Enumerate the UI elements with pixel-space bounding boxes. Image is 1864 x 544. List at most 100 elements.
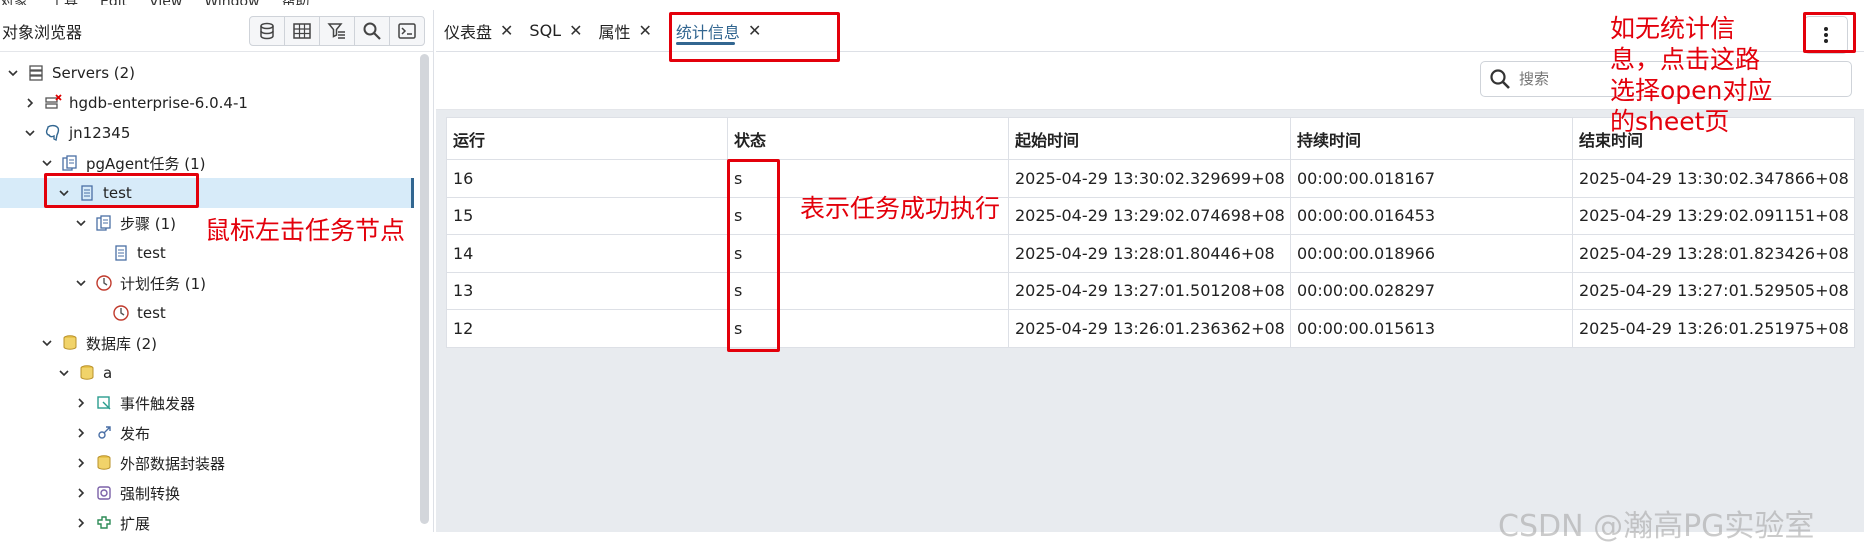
search-objects-button[interactable] (354, 15, 390, 46)
tree-node-label: pgAgent任务 (1) (86, 154, 206, 173)
menu-item[interactable]: 工具 (50, 0, 78, 5)
tree-node[interactable]: 扩展 (0, 508, 414, 538)
annotation-box-stats-tab (669, 12, 840, 62)
tree-node[interactable]: hgdb-enterprise-6.0.4-1 (0, 88, 414, 118)
table-cell: 15 (446, 196, 728, 235)
table-cell: 00:00:00.015613 (1290, 309, 1573, 348)
table-cell: 00:00:00.028297 (1290, 271, 1573, 310)
table-cell: 2025-04-29 13:29:02.074698+08 (1008, 196, 1291, 235)
postgres-elephant-icon (43, 123, 63, 143)
table-cell: 00:00:00.018167 (1290, 159, 1573, 198)
table-row[interactable]: 15 s 2025-04-29 13:29:02.074698+08 00:00:00… (446, 196, 1855, 235)
tab-0[interactable]: 仪表盘 ✕ (436, 10, 521, 51)
menu-item[interactable]: View (149, 0, 182, 5)
column-header[interactable]: 持续时间 (1290, 117, 1573, 160)
view-data-button[interactable] (284, 15, 320, 46)
close-icon[interactable]: ✕ (500, 21, 513, 40)
menu-item[interactable]: Window (204, 0, 259, 5)
table-cell: 2025-04-29 13:27:01.529505+08 (1572, 271, 1855, 310)
close-icon[interactable]: ✕ (569, 21, 582, 40)
chevron-right-icon[interactable] (72, 394, 90, 412)
column-header[interactable]: 起始时间 (1008, 117, 1291, 160)
chevron-down-icon[interactable] (72, 214, 90, 232)
filtered-rows-button[interactable] (319, 15, 355, 46)
tree-node[interactable]: 事件触发器 (0, 388, 414, 418)
chevron-down-icon[interactable] (4, 64, 22, 82)
tree-node-label: 计划任务 (1) (120, 274, 207, 293)
table-row[interactable]: 13 s 2025-04-29 13:27:01.501208+08 00:00:00… (446, 271, 1855, 310)
close-icon[interactable]: ✕ (639, 21, 652, 40)
steps-icon (94, 213, 114, 233)
table-cell: 2025-04-29 13:30:02.347866+08 (1572, 159, 1855, 198)
annotation-line: 如无统计信 (1610, 14, 1736, 43)
publication-icon (94, 423, 114, 443)
column-header[interactable]: 状态 (727, 117, 1009, 160)
tree-node-label: test (137, 244, 166, 262)
chevron-right-icon[interactable] (72, 484, 90, 502)
database-icon (77, 363, 97, 383)
table-cell: 2025-04-29 13:28:01.80446+08 (1008, 234, 1291, 273)
tab-1[interactable]: SQL ✕ (521, 10, 590, 51)
tree-node-label: 事件触发器 (120, 394, 196, 413)
tree-node-label: hgdb-enterprise-6.0.4-1 (69, 94, 248, 112)
tree-node[interactable]: 计划任务 (1) (0, 268, 414, 298)
annotation-line: 息，点击这路 (1610, 45, 1761, 74)
tab-label: 属性 (598, 22, 631, 42)
chevron-down-icon[interactable] (21, 124, 39, 142)
tab-2[interactable]: 属性 ✕ (591, 10, 660, 51)
menu-item[interactable]: Edit (100, 0, 127, 5)
search-icon (363, 22, 381, 40)
statistics-body: 16 s 2025-04-29 13:30:02.329699+08 00:00:00… (446, 159, 1855, 348)
tree-node-label: a (103, 364, 113, 382)
servers-icon (26, 63, 46, 83)
database-icon (260, 22, 274, 39)
tree-node[interactable]: a (0, 358, 414, 388)
chevron-down-icon[interactable] (38, 334, 56, 352)
table-cell: 16 (446, 159, 728, 198)
foreign-data-wrapper-icon (94, 453, 114, 473)
chevron-down-icon[interactable] (38, 154, 56, 172)
chevron-right-icon[interactable] (72, 454, 90, 472)
jobs-icon (60, 153, 80, 173)
chevron-down-icon[interactable] (72, 274, 90, 292)
schedules-icon (94, 273, 114, 293)
table-cell: 2025-04-29 13:29:02.091151+08 (1572, 196, 1855, 235)
table-cell: 2025-04-29 13:30:02.329699+08 (1008, 159, 1291, 198)
tree-node[interactable]: test (0, 298, 414, 328)
query-tool-button[interactable] (249, 15, 285, 46)
object-browser-title: 对象浏览器 (2, 22, 83, 42)
chevron-right-icon[interactable] (72, 514, 90, 532)
tree-node[interactable]: 外部数据封装器 (0, 448, 414, 478)
annotation-line: 的sheet页 (1610, 107, 1730, 136)
tree-node-label: 外部数据封装器 (120, 454, 226, 473)
tree-node[interactable]: Servers (2) (0, 58, 414, 88)
annotation-no-stats: 如无统计信 息，点击这路 选择open对应 的sheet页 (1610, 13, 1772, 137)
table-cell: 00:00:00.016453 (1290, 196, 1573, 235)
chevron-right-icon[interactable] (72, 424, 90, 442)
tree-node[interactable]: 强制转换 (0, 478, 414, 508)
menu-item[interactable]: 对象 (0, 0, 28, 5)
tree-node[interactable]: 数据库 (2) (0, 328, 414, 358)
search-icon (1490, 69, 1510, 89)
table-icon (293, 22, 311, 39)
tree-node-label: 扩展 (120, 514, 151, 533)
chevron-down-icon[interactable] (55, 364, 73, 382)
tree-node[interactable]: 发布 (0, 418, 414, 448)
menu-item[interactable]: 帮助 (282, 0, 310, 5)
table-cell: 2025-04-29 13:26:01.236362+08 (1008, 309, 1291, 348)
table-row[interactable]: 12 s 2025-04-29 13:26:01.236362+08 00:00:00… (446, 309, 1855, 348)
tree-scrollbar[interactable] (420, 54, 429, 524)
event-trigger-icon (94, 393, 114, 413)
menu-bar: 对象 工具 Edit View Window 帮助 (0, 0, 420, 5)
tree-node-label: jn12345 (69, 124, 131, 142)
psql-tool-button[interactable] (389, 15, 425, 46)
tree-node[interactable]: jn12345 (0, 118, 414, 148)
table-row[interactable]: 14 s 2025-04-29 13:28:01.80446+08 00:00:00.… (446, 234, 1855, 273)
schedule-icon (111, 303, 131, 323)
column-header[interactable]: 运行 (446, 117, 728, 160)
table-row[interactable]: 16 s 2025-04-29 13:30:02.329699+08 00:00:00… (446, 159, 1855, 198)
object-browser-toolbar (249, 15, 425, 46)
chevron-right-icon[interactable] (21, 94, 39, 112)
watermark: CSDN @瀚高PG实验室 (1498, 509, 1815, 544)
